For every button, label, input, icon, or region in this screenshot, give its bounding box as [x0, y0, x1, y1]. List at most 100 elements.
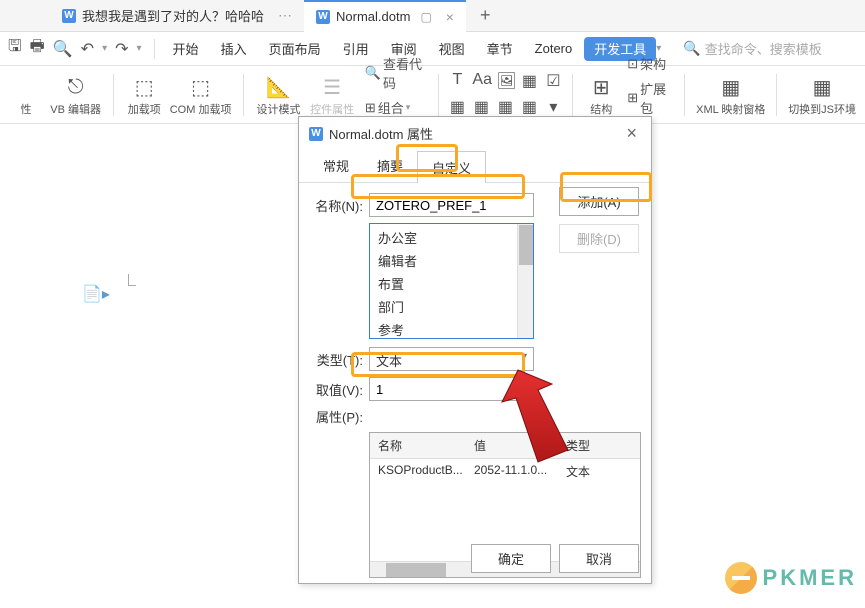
table-header: 名称 值 类型 [370, 433, 640, 459]
name-label: 名称(N): [311, 196, 363, 215]
code-icon: 🔍 [365, 65, 381, 81]
expand-pkg-button[interactable]: ⊞ 扩展包 [623, 77, 674, 119]
watermark: PKMER [725, 562, 857, 594]
package-icon: ⊞ [627, 90, 638, 106]
watermark-text: PKMER [763, 565, 857, 591]
date-icon[interactable]: ▦ [496, 97, 514, 117]
ok-button[interactable]: 确定 [471, 544, 551, 573]
com-addin-button[interactable]: ⬚ COM 加载项 [168, 73, 233, 119]
col-value[interactable]: 值 [466, 433, 558, 458]
dialog-titlebar[interactable]: W Normal.dotm 属性 × [299, 117, 651, 150]
cell-name: KSOProductB... [370, 461, 466, 482]
frame-button[interactable]: ⊡ 架构 [623, 52, 670, 75]
tab-inactive[interactable]: W 我想我是遇到了对的人？哈哈哈 ⋯ [50, 0, 304, 32]
combo-icon[interactable]: ▦ [472, 97, 490, 117]
cell-type: 文本 [558, 461, 628, 482]
type-select[interactable]: 文本 ▾ [369, 347, 534, 371]
ribbon-tab-start[interactable]: 开始 [163, 34, 209, 64]
properties-dialog: W Normal.dotm 属性 × 常规 摘要 自定义 名称(N): 办公室 … [298, 116, 652, 584]
chevron-down-icon: ▾ [522, 351, 527, 362]
vb-editor-button[interactable]: ⎋ VB 编辑器 [48, 73, 103, 119]
scrollbar-thumb[interactable] [519, 225, 533, 265]
scrollbar[interactable] [517, 224, 533, 338]
button-label: 设计模式 [257, 101, 301, 117]
dropdown-icon[interactable]: ▦ [448, 97, 466, 117]
ribbon-tab-chapter[interactable]: 章节 [477, 34, 523, 64]
list-item[interactable]: 参考 [370, 318, 533, 339]
separator [113, 74, 114, 116]
list-item[interactable]: 编辑者 [370, 249, 533, 272]
chevron-down-icon[interactable]: ▾ [137, 43, 142, 54]
ribbon-tab-insert[interactable]: 插入 [211, 34, 257, 64]
button-label: 性 [21, 101, 32, 117]
switch-js-button[interactable]: ▦ 切换到JS环境 [787, 73, 857, 119]
add-tab-button[interactable]: + [466, 5, 505, 26]
save-icon[interactable]: 🖫 [8, 35, 22, 62]
frame-icon: ⊡ [627, 56, 638, 72]
dialog-tabs: 常规 摘要 自定义 [299, 150, 651, 183]
search-icon: 🔍 [683, 40, 700, 57]
image-icon[interactable]: 🖼 [496, 71, 514, 91]
button-label: 结构 [590, 101, 612, 117]
maximize-icon[interactable]: ▢ [420, 10, 431, 24]
properties-icon: ☰ [323, 75, 341, 99]
print-icon[interactable]: 🖶 [30, 35, 45, 62]
ribbon-search[interactable]: 🔍 查找命令、搜索模板 [683, 39, 821, 58]
button-label: 加载项 [128, 101, 161, 117]
list-item[interactable]: 办公室 [370, 226, 533, 249]
xml-icon: ▦ [721, 75, 740, 99]
close-icon[interactable]: × [446, 9, 454, 25]
js-icon: ▦ [813, 75, 832, 99]
page-icon[interactable]: 📄▸ [82, 284, 110, 304]
tab-general[interactable]: 常规 [309, 150, 363, 182]
chevron-down-icon[interactable]: ▾ [102, 43, 107, 54]
search-placeholder: 查找命令、搜索模板 [705, 39, 822, 58]
ribbon-tab-layout[interactable]: 页面布局 [259, 34, 331, 64]
xml-map-button[interactable]: ▦ XML 映射窗格 [695, 73, 766, 119]
addin-button[interactable]: ⬚ 加载项 [124, 73, 164, 119]
view-code-button[interactable]: 🔍 查看代码 [361, 52, 428, 94]
tab-active[interactable]: W Normal.dotm ▢ × [304, 0, 466, 32]
ribbon-tab-zotero[interactable]: Zotero [525, 34, 583, 64]
cancel-button[interactable]: 取消 [559, 544, 639, 573]
type-label: 类型(T): [311, 350, 363, 369]
textbox-icon[interactable]: T [448, 71, 466, 91]
close-icon[interactable]: × [622, 123, 641, 144]
tab-custom[interactable]: 自定义 [417, 151, 486, 183]
table-row[interactable]: KSOProductB... 2052-11.1.0... 文本 [370, 459, 640, 484]
separator [154, 39, 155, 59]
redo-icon[interactable]: ↷ [115, 39, 128, 59]
dialog-side-buttons: 添加(A) 删除(D) [559, 187, 639, 253]
add-button[interactable]: 添加(A) [559, 187, 639, 216]
col-type[interactable]: 类型 [558, 433, 628, 458]
list-item[interactable]: 布置 [370, 272, 533, 295]
richtext-icon[interactable]: Aa [472, 71, 490, 91]
structure-button[interactable]: ⊞ 结构 [583, 73, 619, 119]
undo-icon[interactable]: ↶ [81, 39, 94, 59]
delete-button: 删除(D) [559, 224, 639, 253]
ribbon-tab-view[interactable]: 视图 [429, 34, 475, 64]
button-label: XML 映射窗格 [696, 101, 765, 117]
scrollbar-thumb[interactable] [386, 563, 446, 577]
quick-access-toolbar: 🖫 🖶 🔍 ↶ ▾ ↷ ▾ [8, 35, 146, 62]
type-row: 类型(T): 文本 ▾ [311, 347, 639, 371]
close-icon[interactable]: ⋯ [278, 7, 292, 24]
properties-button-cut[interactable]: 性 [8, 99, 44, 119]
button-label: COM 加载项 [170, 101, 232, 117]
list-item[interactable]: 部门 [370, 295, 533, 318]
name-listbox[interactable]: 办公室 编辑者 布置 部门 参考 出版商 [369, 223, 534, 339]
separator [438, 74, 439, 116]
tab-summary[interactable]: 摘要 [363, 150, 417, 182]
design-mode-button[interactable]: 📐 设计模式 [254, 73, 304, 119]
ruler-mark [128, 274, 136, 286]
col-name[interactable]: 名称 [370, 433, 466, 458]
repeating-icon[interactable]: ▦ [520, 97, 538, 117]
value-input[interactable] [369, 377, 534, 401]
preview-icon[interactable]: 🔍 [53, 39, 73, 59]
name-input[interactable] [369, 193, 534, 217]
property-row: 属性(P): [311, 407, 639, 426]
checkbox-icon[interactable]: ☑ [544, 71, 562, 91]
block-icon[interactable]: ▦ [520, 71, 538, 91]
legacy-icon[interactable]: ▾ [544, 97, 562, 117]
document-tabs: W 我想我是遇到了对的人？哈哈哈 ⋯ W Normal.dotm ▢ × + [0, 0, 865, 32]
